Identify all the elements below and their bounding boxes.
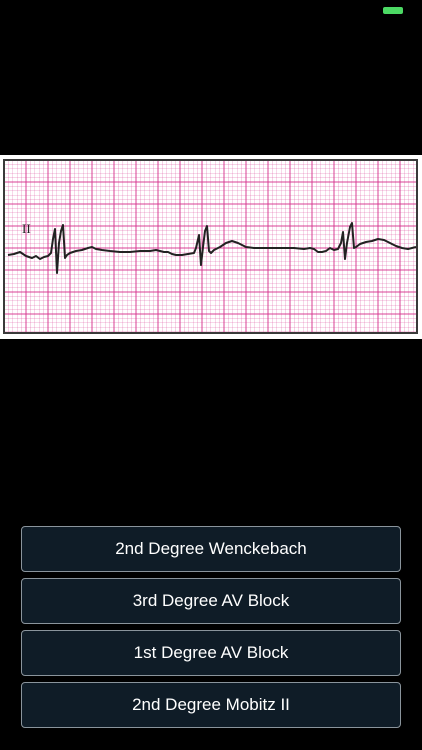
answer-button-mobitz-ii[interactable]: 2nd Degree Mobitz II [21,682,401,728]
answer-button-3rd-degree-av-block[interactable]: 3rd Degree AV Block [21,578,401,624]
answer-button-wenckebach[interactable]: 2nd Degree Wenckebach [21,526,401,572]
answer-button-1st-degree-av-block[interactable]: 1st Degree AV Block [21,630,401,676]
lead-label: II [22,221,31,236]
answer-choices: 2nd Degree Wenckebach 3rd Degree AV Bloc… [21,526,401,734]
ecg-rhythm-strip-image: II [3,159,418,334]
ecg-strip: II [0,155,422,339]
battery-icon [383,7,403,14]
